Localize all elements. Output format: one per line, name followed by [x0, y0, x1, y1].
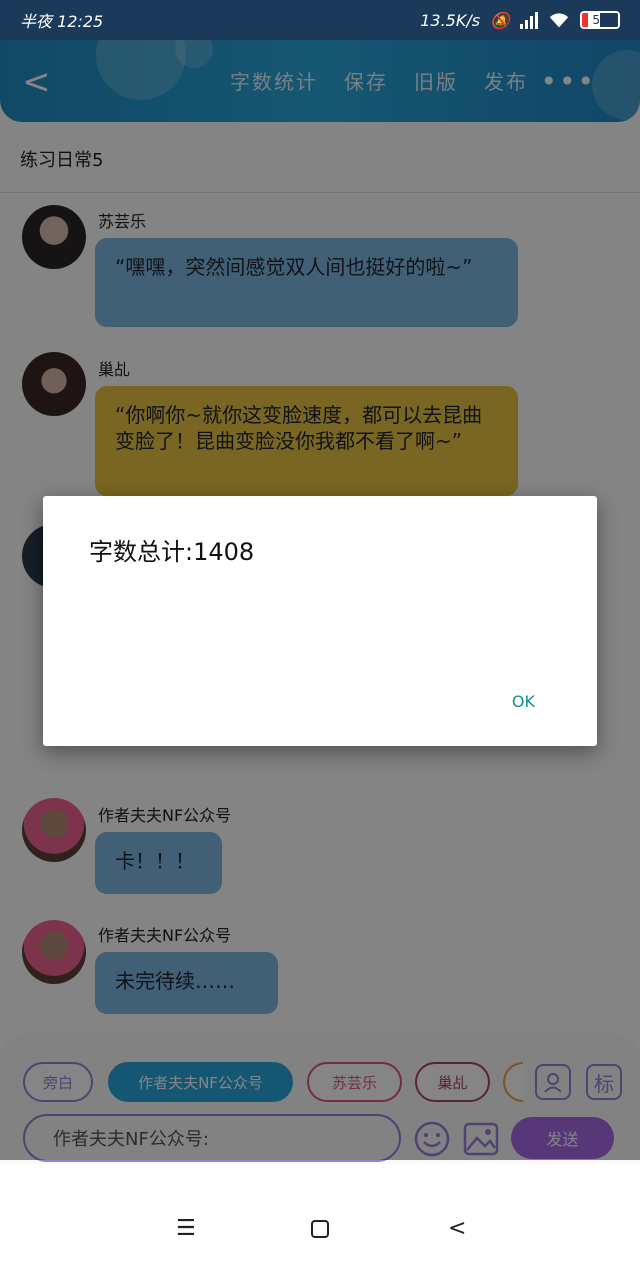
net-speed: 13.5K/s — [420, 10, 481, 30]
home-icon[interactable] — [311, 1220, 329, 1238]
signal-icon — [520, 11, 538, 29]
status-time: 半夜 12:25 — [20, 12, 104, 31]
ok-button[interactable]: OK — [512, 692, 535, 711]
navigation-bar: ☰ < — [0, 1164, 640, 1280]
menu-icon[interactable]: ☰ — [176, 1216, 196, 1241]
status-bar: 半夜 12:25 13.5K/s 🔕 51 — [0, 0, 640, 40]
battery-icon: 51 — [580, 11, 620, 29]
dialog-message: 字数总计:1408 — [89, 538, 255, 566]
word-count-dialog: 字数总计:1408 OK — [43, 496, 597, 746]
battery-level: 51 — [592, 13, 608, 27]
bell-muted-icon: 🔕 — [490, 10, 510, 30]
back-nav-icon[interactable]: < — [448, 1216, 466, 1241]
wifi-icon — [549, 13, 569, 28]
